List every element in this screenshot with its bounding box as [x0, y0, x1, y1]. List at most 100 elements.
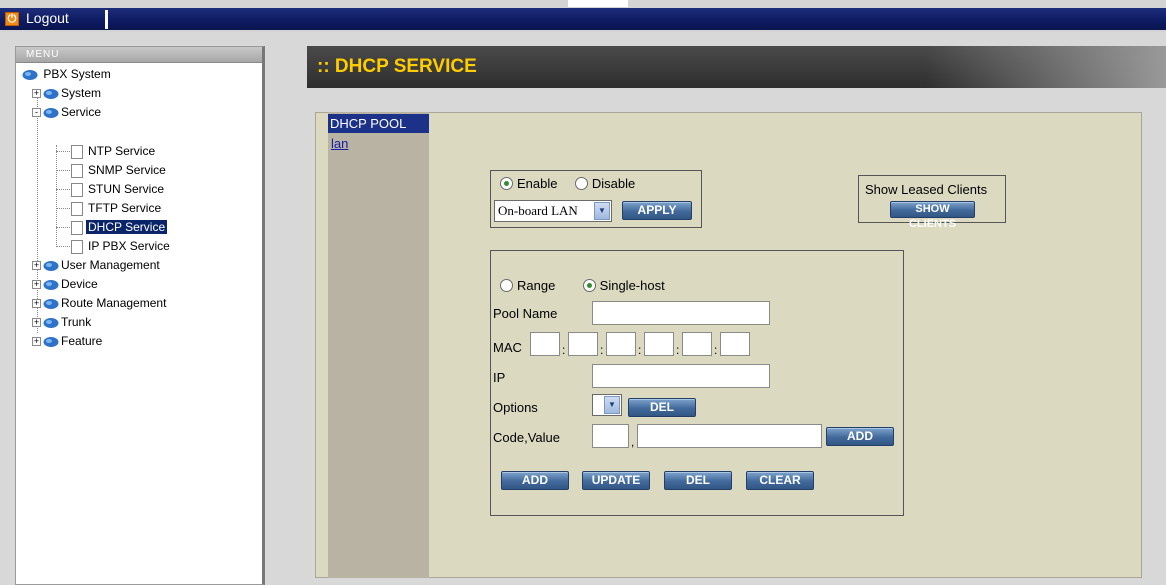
disable-label: Disable — [591, 176, 636, 192]
pool-heading: DHCP POOL — [328, 114, 429, 133]
show-clients-button[interactable]: SHOW CLIENTS — [890, 201, 975, 230]
expand-icon[interactable]: + — [32, 299, 41, 309]
expand-icon[interactable]: + — [32, 280, 41, 290]
interface-select[interactable]: On-board LAN ▼ — [494, 200, 612, 222]
pool-name-label: Pool Name — [493, 306, 558, 321]
document-icon — [71, 239, 83, 254]
ip-label: IP — [493, 370, 506, 385]
top-bar: ⏻ Logout — [0, 0, 1166, 32]
enable-label: Enable — [517, 176, 558, 192]
pool-name-input[interactable] — [592, 301, 770, 325]
value-input[interactable] — [637, 424, 822, 448]
code-value-label: Code,Value — [493, 430, 560, 445]
sidebar-item-trunk[interactable]: + Trunk — [32, 313, 93, 331]
range-radio[interactable] — [500, 279, 513, 293]
mac-octet-6[interactable] — [720, 332, 750, 356]
power-icon[interactable]: ⏻ — [5, 12, 19, 26]
clients-box: Show Leased Clients SHOW CLIENTS — [858, 175, 1006, 230]
mac-label: MAC — [493, 340, 522, 355]
mac-sep: : — [638, 343, 642, 357]
top-notch — [568, 0, 628, 7]
globe-icon — [22, 69, 38, 80]
document-icon — [71, 163, 83, 178]
mac-octet-5[interactable] — [682, 332, 712, 356]
menu-header: MENU — [16, 47, 262, 63]
header-fade — [926, 46, 1166, 88]
service-box: Enable Disable On-board LAN ▼ APPLY — [490, 170, 702, 228]
document-icon — [71, 220, 83, 235]
mac-sep: : — [676, 343, 680, 357]
top-separator — [105, 10, 108, 29]
chevron-down-icon: ▼ — [594, 202, 610, 220]
sidebar-item-tftp[interactable]: TFTP Service — [71, 199, 163, 217]
mac-sep: : — [714, 343, 718, 357]
globe-icon — [43, 88, 59, 99]
del-button[interactable]: DEL — [664, 471, 732, 490]
clear-button[interactable]: CLEAR — [746, 471, 814, 490]
options-select[interactable]: ▼ — [592, 394, 622, 416]
sidebar-item-user-management[interactable]: + User Management — [32, 256, 162, 274]
globe-icon — [43, 279, 59, 290]
mac-octet-1[interactable] — [530, 332, 560, 356]
expand-icon[interactable]: + — [32, 337, 41, 347]
tree-line — [56, 189, 70, 190]
globe-icon — [43, 298, 59, 309]
tree-line — [56, 208, 70, 209]
page-header: :: DHCP SERVICE — [307, 46, 1166, 88]
expand-icon[interactable]: + — [32, 318, 41, 328]
range-label: Range — [517, 278, 556, 294]
mac-octet-2[interactable] — [568, 332, 598, 356]
sidebar-item-ip-pbx[interactable]: IP PBX Service — [71, 237, 172, 255]
collapse-icon[interactable]: - — [32, 108, 41, 118]
single-host-label: Single-host — [599, 278, 665, 294]
expand-icon[interactable]: + — [32, 89, 41, 99]
globe-icon — [43, 260, 59, 271]
options-del-button[interactable]: DEL — [628, 398, 696, 417]
top-strip — [0, 8, 1166, 30]
apply-button[interactable]: APPLY — [622, 201, 692, 220]
mac-octet-4[interactable] — [644, 332, 674, 356]
sidebar-item-route-management[interactable]: + Route Management — [32, 294, 168, 312]
sidebar-item-device[interactable]: + Device — [32, 275, 100, 293]
tree-line — [56, 151, 70, 152]
mac-sep: : — [562, 343, 566, 357]
globe-icon — [43, 107, 59, 118]
show-clients-label: Show Leased Clients — [865, 182, 988, 197]
single-host-radio[interactable] — [582, 279, 596, 293]
pool-column — [328, 112, 429, 578]
update-button[interactable]: UPDATE — [582, 471, 650, 490]
code-separator: , — [631, 435, 635, 449]
code-add-button[interactable]: ADD — [826, 427, 894, 446]
options-label: Options — [493, 400, 538, 415]
sidebar-item-snmp[interactable]: SNMP Service — [71, 161, 168, 179]
add-button[interactable]: ADD — [501, 471, 569, 490]
code-input[interactable] — [592, 424, 629, 448]
menu-label: MENU — [26, 49, 60, 60]
document-icon — [71, 144, 83, 159]
expand-icon[interactable]: + — [32, 261, 41, 271]
disable-radio[interactable] — [574, 177, 588, 191]
sidebar-menu: MENU PBX System + System - Service NTP Ser… — [15, 46, 265, 585]
enable-radio[interactable] — [500, 177, 513, 191]
sidebar-item-ntp[interactable]: NTP Service — [71, 142, 157, 160]
sidebar-item-service[interactable]: - Service — [32, 103, 103, 121]
sidebar-item-dhcp[interactable]: DHCP Service — [71, 218, 168, 236]
pool-form-box: Range Single-host Pool Name MAC : : : : … — [490, 250, 904, 516]
pool-link-lan[interactable]: lan — [331, 136, 348, 151]
globe-icon — [43, 317, 59, 328]
ip-input[interactable] — [592, 364, 770, 388]
chevron-down-icon: ▼ — [604, 396, 620, 414]
tree-root[interactable]: PBX System — [22, 65, 113, 83]
sidebar-item-stun[interactable]: STUN Service — [71, 180, 166, 198]
logout-link[interactable]: Logout — [26, 10, 69, 26]
tree-line — [56, 246, 70, 247]
document-icon — [71, 201, 83, 216]
document-icon — [71, 182, 83, 197]
mac-octet-3[interactable] — [606, 332, 636, 356]
tree-line — [56, 227, 70, 228]
globe-icon — [43, 336, 59, 347]
sidebar-item-feature[interactable]: + Feature — [32, 332, 104, 350]
tree-line — [56, 170, 70, 171]
sidebar-item-system[interactable]: + System — [32, 84, 103, 102]
tree-line — [56, 145, 57, 247]
